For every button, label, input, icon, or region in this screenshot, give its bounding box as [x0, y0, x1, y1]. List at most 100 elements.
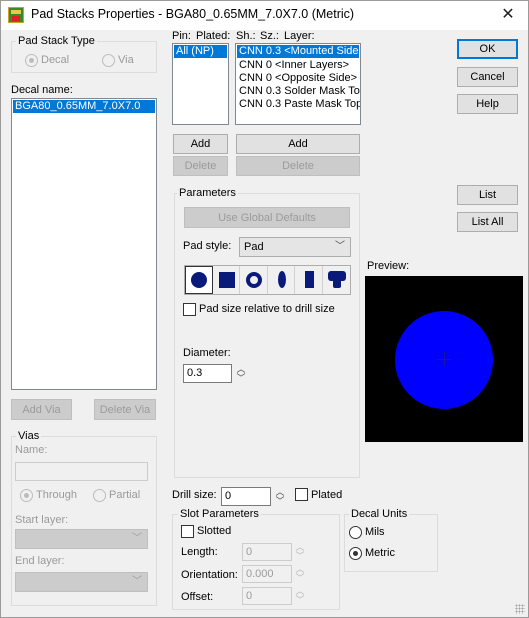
pad-shape-toolbar: [184, 265, 351, 295]
ok-button[interactable]: OK: [457, 39, 518, 59]
partial-radio-label: Partial: [109, 489, 141, 501]
slot-parameters-label: Slot Parameters: [178, 508, 261, 520]
chevron-down-icon: ﹀: [295, 573, 305, 583]
parameters-group: [174, 193, 360, 478]
chevron-down-icon: ﹀: [132, 533, 142, 544]
layer-listbox[interactable]: CNN 0.3 <Mounted Side> CNN 0 <Inner Laye…: [235, 43, 361, 125]
pad-preview: [365, 276, 523, 442]
size-header: Sz.:: [260, 30, 279, 42]
decal-radio-label: Decal: [41, 54, 70, 66]
add-layer-button[interactable]: Add: [236, 134, 360, 154]
metric-radio-label: Metric: [365, 547, 395, 559]
layer-header: Layer:: [284, 30, 315, 42]
pad-size-relative-checkbox[interactable]: [183, 303, 196, 316]
square-pad-button[interactable]: [213, 266, 241, 294]
pad-style-select[interactable]: Pad ﹀: [239, 237, 351, 257]
through-radio-label: Through: [36, 489, 77, 501]
metric-radio[interactable]: [349, 547, 362, 560]
diameter-spinner[interactable]: ︿ ﹀: [236, 365, 246, 383]
close-icon: ✕: [501, 6, 515, 23]
plated-label: Plated: [311, 489, 343, 501]
resize-grip[interactable]: [515, 604, 525, 614]
partial-radio[interactable]: [93, 489, 106, 502]
chevron-down-icon: ﹀: [236, 373, 246, 383]
shape-header: Sh.:: [236, 30, 256, 42]
pad-style-value: Pad: [244, 241, 264, 253]
close-button[interactable]: ✕: [488, 1, 528, 30]
preview-label: Preview:: [367, 260, 410, 272]
app-icon: [8, 7, 24, 23]
length-spinner[interactable]: ︿ ﹀: [295, 543, 305, 561]
window-title: Pad Stacks Properties - BGA80_0.65MM_7.0…: [31, 7, 355, 21]
add-via-button[interactable]: Add Via: [11, 399, 72, 420]
round-pad-icon: [191, 272, 207, 288]
start-layer-select[interactable]: ﹀: [15, 529, 148, 549]
oval-pad-icon: [277, 271, 286, 288]
decal-units-label: Decal Units: [349, 508, 410, 520]
decal-list-item[interactable]: BGA80_0.65MM_7.0X7.0: [13, 100, 155, 113]
via-name-field[interactable]: [15, 462, 148, 481]
layer-list-item[interactable]: CNN 0.3 Paste Mask Top: [237, 98, 360, 111]
plated-checkbox[interactable]: [295, 488, 308, 501]
offset-label: Offset:: [181, 591, 214, 603]
rectangle-pad-button[interactable]: [295, 266, 323, 294]
diameter-label: Diameter:: [183, 347, 231, 359]
cancel-button[interactable]: Cancel: [457, 67, 518, 87]
odd-shape-pad-button[interactable]: [323, 266, 350, 294]
parameters-label: Parameters: [177, 187, 238, 199]
layer-list-item[interactable]: CNN 0.3 <Mounted Side>: [237, 45, 360, 58]
round-pad-button[interactable]: [185, 266, 213, 294]
chevron-down-icon: ﹀: [335, 241, 345, 252]
start-layer-label: Start layer:: [15, 514, 69, 526]
pad-size-relative-label: Pad size relative to drill size: [199, 303, 335, 315]
rectangle-pad-icon: [305, 271, 315, 288]
pad-style-label: Pad style:: [183, 240, 232, 252]
layer-list-item[interactable]: CNN 0.3 Solder Mask Top: [237, 85, 360, 98]
decal-units-group: [344, 514, 438, 572]
list-button[interactable]: List: [457, 185, 518, 205]
delete-via-button[interactable]: Delete Via: [94, 399, 156, 420]
add-pin-button[interactable]: Add: [173, 134, 228, 154]
annular-pad-icon: [246, 272, 263, 288]
list-all-button[interactable]: List All: [457, 212, 518, 232]
orientation-spinner[interactable]: ︿ ﹀: [295, 565, 305, 583]
preview-crosshair: [444, 352, 445, 366]
layer-list-item[interactable]: CNN 0 <Opposite Side>: [237, 72, 359, 85]
pin-list-item[interactable]: All (NP): [174, 45, 227, 58]
offset-spinner[interactable]: ︿ ﹀: [295, 587, 305, 605]
via-radio[interactable]: [102, 54, 115, 67]
orientation-field[interactable]: 0.000: [242, 565, 292, 583]
mils-radio-label: Mils: [365, 526, 385, 538]
pad-stack-type-label: Pad Stack Type: [16, 35, 97, 47]
help-button[interactable]: Help: [457, 94, 518, 114]
end-layer-label: End layer:: [15, 555, 65, 567]
chevron-down-icon: ﹀: [275, 496, 285, 506]
diameter-field[interactable]: 0.3: [183, 364, 232, 383]
through-radio[interactable]: [20, 489, 33, 502]
drill-size-spinner[interactable]: ︿ ﹀: [275, 488, 285, 506]
pin-listbox[interactable]: All (NP): [172, 43, 229, 125]
offset-field[interactable]: 0: [242, 587, 292, 605]
orientation-label: Orientation:: [181, 569, 238, 581]
via-name-label: Name:: [15, 444, 48, 456]
length-field[interactable]: 0: [242, 543, 292, 561]
pin-header: Pin:: [172, 30, 191, 42]
drill-size-field[interactable]: 0: [221, 487, 271, 506]
vias-label: Vias: [16, 430, 42, 442]
drill-size-label: Drill size:: [172, 489, 217, 501]
decal-radio[interactable]: [25, 54, 38, 67]
use-global-defaults-button[interactable]: Use Global Defaults: [184, 207, 350, 228]
slotted-label: Slotted: [197, 525, 232, 537]
chevron-down-icon: ﹀: [295, 551, 305, 561]
decal-listbox[interactable]: BGA80_0.65MM_7.0X7.0: [11, 98, 157, 390]
layer-list-item[interactable]: CNN 0 <Inner Layers>: [237, 59, 359, 72]
delete-pin-button[interactable]: Delete: [173, 156, 228, 176]
mils-radio[interactable]: [349, 526, 362, 539]
end-layer-select[interactable]: ﹀: [15, 572, 148, 592]
delete-layer-button[interactable]: Delete: [236, 156, 360, 176]
title-bar[interactable]: Pad Stacks Properties - BGA80_0.65MM_7.0…: [1, 1, 528, 30]
slotted-checkbox[interactable]: [181, 525, 194, 538]
square-pad-icon: [218, 272, 235, 288]
oval-pad-button[interactable]: [268, 266, 296, 294]
annular-pad-button[interactable]: [240, 266, 268, 294]
